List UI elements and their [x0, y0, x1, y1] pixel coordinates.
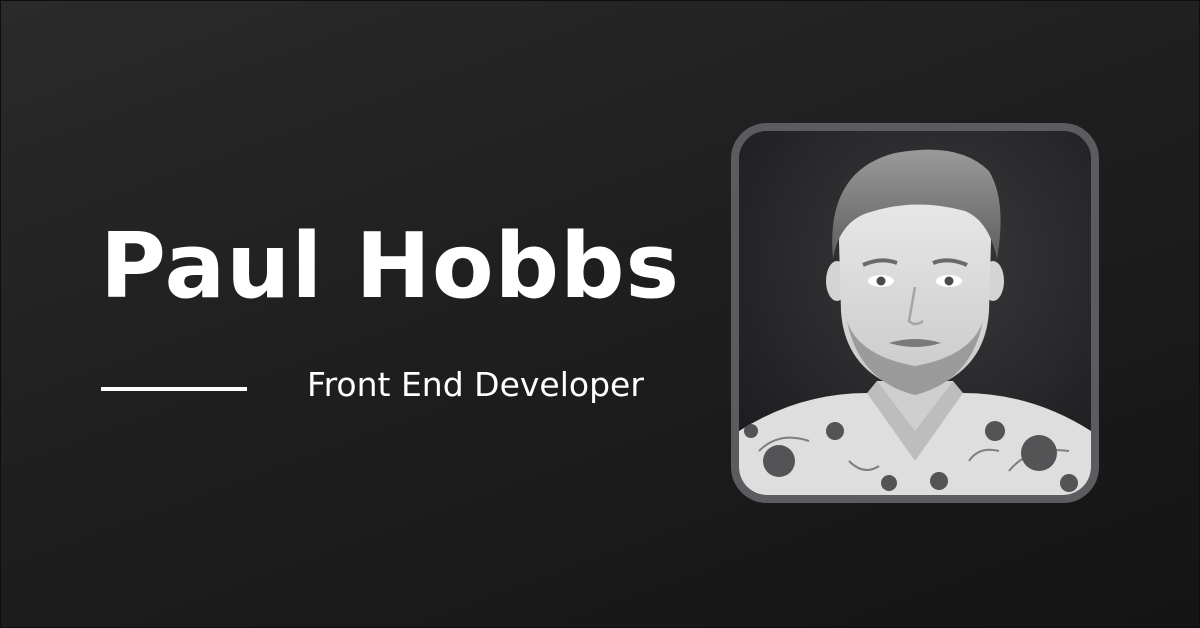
social-card: Paul Hobbs Front End Developer [0, 0, 1200, 628]
accent-divider [101, 387, 247, 391]
job-title: Front End Developer [307, 365, 644, 404]
person-name: Paul Hobbs [100, 214, 681, 319]
profile-photo [731, 123, 1099, 503]
portrait-photo-icon [739, 131, 1091, 495]
